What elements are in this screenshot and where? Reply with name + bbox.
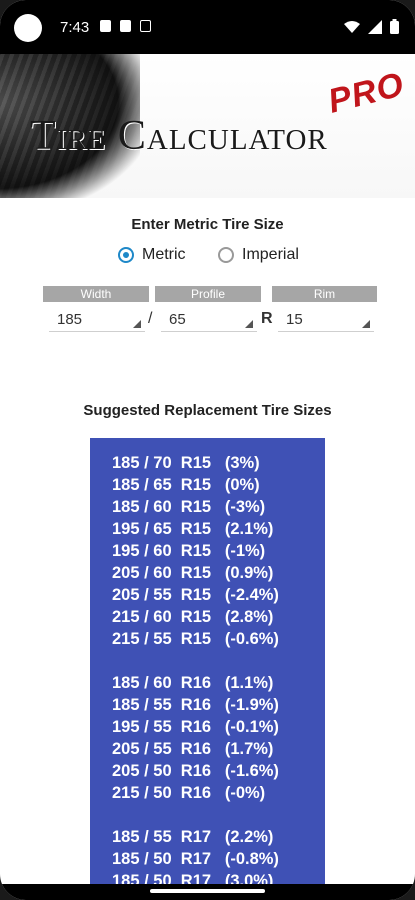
- list-item: 185 / 70 R15 (3%): [112, 454, 260, 472]
- unit-radio-group: Metric Imperial: [0, 246, 415, 272]
- radio-selected-icon: [118, 247, 134, 263]
- width-select[interactable]: 185: [49, 308, 145, 332]
- profile-value: 65: [169, 311, 186, 328]
- dropdown-arrow-icon: [133, 320, 141, 328]
- signal-icon: [368, 19, 382, 34]
- radial-separator: R: [261, 310, 273, 327]
- metric-radio[interactable]: Metric: [118, 246, 186, 264]
- notification-icon: [100, 20, 111, 32]
- list-item: 215 / 50 R16 (-0%): [112, 784, 266, 802]
- profile-select[interactable]: 65: [161, 308, 257, 332]
- list-item: 185 / 60 R15 (-3%): [112, 498, 266, 516]
- list-item: 185 / 55 R16 (-1.9%): [112, 696, 279, 714]
- rim-column-header: Rim: [272, 286, 377, 302]
- imperial-label: Imperial: [242, 246, 299, 263]
- app-title: Tire Calculator: [30, 113, 328, 159]
- wifi-icon: [344, 20, 360, 33]
- metric-label: Metric: [142, 246, 186, 263]
- dropdown-arrow-icon: [245, 320, 253, 328]
- list-item: 195 / 60 R15 (-1%): [112, 542, 266, 560]
- list-item: 205 / 55 R16 (1.7%): [112, 740, 274, 758]
- list-item: 185 / 50 R17 (-0.8%): [112, 850, 279, 868]
- list-item: 195 / 65 R15 (2.1%): [112, 520, 274, 538]
- sd-card-icon: [120, 20, 131, 32]
- rim-select[interactable]: 15: [278, 308, 374, 332]
- suggestions-title: Suggested Replacement Tire Sizes: [83, 402, 332, 419]
- status-icons-right: [344, 19, 399, 34]
- group-divider: [90, 804, 325, 826]
- list-item: 215 / 55 R15 (-0.6%): [112, 630, 279, 648]
- list-item: 205 / 60 R15 (0.9%): [112, 564, 274, 582]
- rim-value: 15: [286, 311, 303, 328]
- profile-column-header: Profile: [155, 286, 261, 302]
- home-handle[interactable]: [150, 889, 265, 893]
- pro-badge: PRO: [324, 65, 409, 121]
- list-item: 205 / 55 R15 (-2.4%): [112, 586, 279, 604]
- sim-icon: [140, 20, 151, 32]
- list-item: 185 / 65 R15 (0%): [112, 476, 260, 494]
- width-value: 185: [57, 311, 83, 328]
- list-item: 185 / 60 R16 (1.1%): [112, 674, 274, 692]
- list-item: 195 / 55 R16 (-0.1%): [112, 718, 279, 736]
- app-header-banner: Tire Calculator PRO: [0, 54, 415, 198]
- slash-separator: /: [148, 310, 153, 327]
- list-item: 205 / 50 R16 (-1.6%): [112, 762, 279, 780]
- size-prompt: Enter Metric Tire Size: [131, 216, 284, 233]
- suggestions-list[interactable]: 185 / 70 R15 (3%) 185 / 65 R15 (0%) 185 …: [90, 438, 325, 888]
- list-item: 185 / 55 R17 (2.2%): [112, 828, 274, 846]
- status-bar: 7:43: [0, 0, 415, 54]
- radio-unselected-icon: [218, 247, 234, 263]
- group-divider: [90, 650, 325, 672]
- camera-cutout: [14, 14, 42, 42]
- battery-icon: [390, 19, 399, 34]
- dropdown-arrow-icon: [362, 320, 370, 328]
- app-screen: 7:43 Tire Calculator PRO Enter Metric Ti…: [0, 0, 415, 900]
- width-column-header: Width: [43, 286, 149, 302]
- status-icons-left: [100, 20, 151, 32]
- imperial-radio[interactable]: Imperial: [218, 246, 299, 264]
- status-time: 7:43: [60, 19, 90, 36]
- list-item: 215 / 60 R15 (2.8%): [112, 608, 274, 626]
